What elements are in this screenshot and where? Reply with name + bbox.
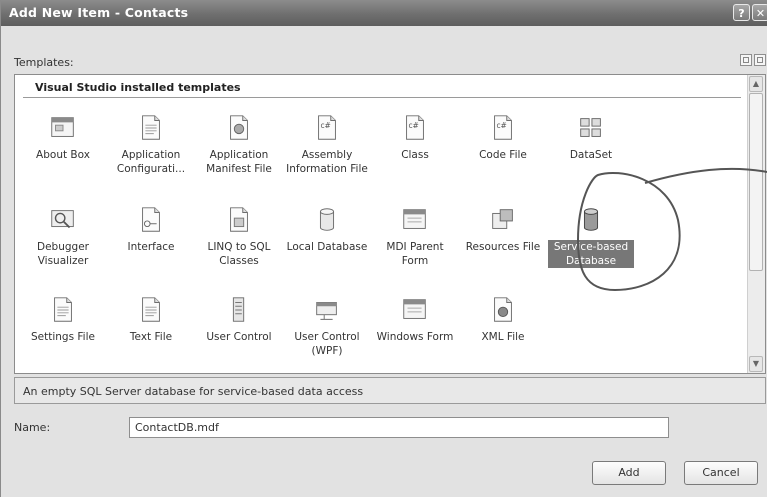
dialog-title: Add New Item - Contacts <box>9 5 189 20</box>
class-icon: c# <box>372 113 458 143</box>
template-label: About Box <box>36 149 90 161</box>
debugger-visualizer-icon <box>20 205 106 235</box>
template-label: LINQ to SQL Classes <box>207 241 271 267</box>
vertical-scrollbar[interactable]: ▲ ▼ <box>747 75 765 373</box>
template-item[interactable]: c# Class <box>372 113 458 162</box>
name-input[interactable] <box>129 417 669 438</box>
text-file-icon <box>108 295 194 325</box>
large-icons-view-button[interactable] <box>740 54 752 66</box>
group-divider <box>23 97 741 98</box>
template-item[interactable]: Settings File <box>20 295 106 344</box>
template-item[interactable]: XML File <box>460 295 546 344</box>
template-label: Service-based Database <box>548 240 634 268</box>
template-label: MDI Parent Form <box>386 241 444 267</box>
about-box-icon <box>20 113 106 143</box>
template-label: Resources File <box>465 241 541 253</box>
user-control-icon <box>196 295 282 325</box>
mdi-form-icon <box>372 205 458 235</box>
template-label: Local Database <box>286 241 368 253</box>
templates-label: Templates: <box>14 56 74 69</box>
manifest-icon <box>196 113 282 143</box>
small-icons-icon <box>757 57 763 63</box>
template-label: Class <box>401 149 429 161</box>
template-item[interactable]: c# Assembly Information File <box>284 113 370 176</box>
local-database-icon <box>284 205 370 235</box>
code-file-icon: c# <box>460 113 546 143</box>
scroll-thumb[interactable] <box>749 93 763 271</box>
svg-text:c#: c# <box>320 121 330 130</box>
template-item[interactable]: DataSet <box>548 113 634 162</box>
template-item[interactable]: c# Code File <box>460 113 546 162</box>
template-label: Application Configurati... <box>116 149 186 175</box>
linq-icon <box>196 205 282 235</box>
template-label: DataSet <box>569 149 613 161</box>
template-item[interactable]: Application Configurati... <box>108 113 194 176</box>
xml-file-icon <box>460 295 546 325</box>
template-item[interactable]: Windows Form <box>372 295 458 344</box>
small-icons-view-button[interactable] <box>754 54 766 66</box>
template-label: Assembly Information File <box>286 149 368 175</box>
assembly-info-icon: c# <box>284 113 370 143</box>
template-item[interactable]: Local Database <box>284 205 370 254</box>
template-label: Code File <box>479 149 527 161</box>
template-label: User Control (WPF) <box>294 331 360 357</box>
add-button[interactable]: Add <box>592 461 666 485</box>
scroll-down-button[interactable]: ▼ <box>749 356 763 372</box>
template-label: Debugger Visualizer <box>37 241 89 267</box>
template-label: User Control <box>206 331 272 343</box>
template-item[interactable]: Resources File <box>460 205 546 254</box>
template-item[interactable]: Interface <box>108 205 194 254</box>
template-label: Interface <box>127 241 175 253</box>
add-new-item-dialog: Add New Item - Contacts ? ✕ Templates: V… <box>0 0 767 497</box>
resources-icon <box>460 205 546 235</box>
service-database-icon <box>548 205 634 235</box>
large-icons-icon <box>743 57 749 63</box>
template-item[interactable]: MDI Parent Form <box>372 205 458 268</box>
close-button[interactable]: ✕ <box>752 4 767 21</box>
app-config-icon <box>108 113 194 143</box>
svg-text:c#: c# <box>496 121 506 130</box>
template-item[interactable]: About Box <box>20 113 106 162</box>
name-label: Name: <box>14 421 51 434</box>
template-item[interactable]: User Control (WPF) <box>284 295 370 358</box>
help-button[interactable]: ? <box>733 4 750 21</box>
template-description: An empty SQL Server database for service… <box>14 377 766 404</box>
template-label: XML File <box>481 331 525 343</box>
scroll-up-button[interactable]: ▲ <box>749 76 763 92</box>
templates-list[interactable]: Visual Studio installed templates About … <box>14 74 766 374</box>
template-item[interactable]: Text File <box>108 295 194 344</box>
template-label: Windows Form <box>376 331 454 343</box>
settings-file-icon <box>20 295 106 325</box>
template-label: Settings File <box>31 331 95 343</box>
interface-icon <box>108 205 194 235</box>
dataset-icon <box>548 113 634 143</box>
template-item[interactable]: LINQ to SQL Classes <box>196 205 282 268</box>
windows-form-icon <box>372 295 458 325</box>
cancel-button[interactable]: Cancel <box>684 461 758 485</box>
svg-text:c#: c# <box>408 121 418 130</box>
template-item[interactable]: Service-based Database <box>548 205 634 268</box>
wpf-user-control-icon <box>284 295 370 325</box>
template-label: Text File <box>129 331 173 343</box>
template-item[interactable]: User Control <box>196 295 282 344</box>
template-label: Application Manifest File <box>206 149 272 175</box>
template-item[interactable]: Debugger Visualizer <box>20 205 106 268</box>
title-bar: Add New Item - Contacts ? ✕ <box>1 0 767 26</box>
group-header: Visual Studio installed templates <box>35 81 241 94</box>
template-item[interactable]: Application Manifest File <box>196 113 282 176</box>
